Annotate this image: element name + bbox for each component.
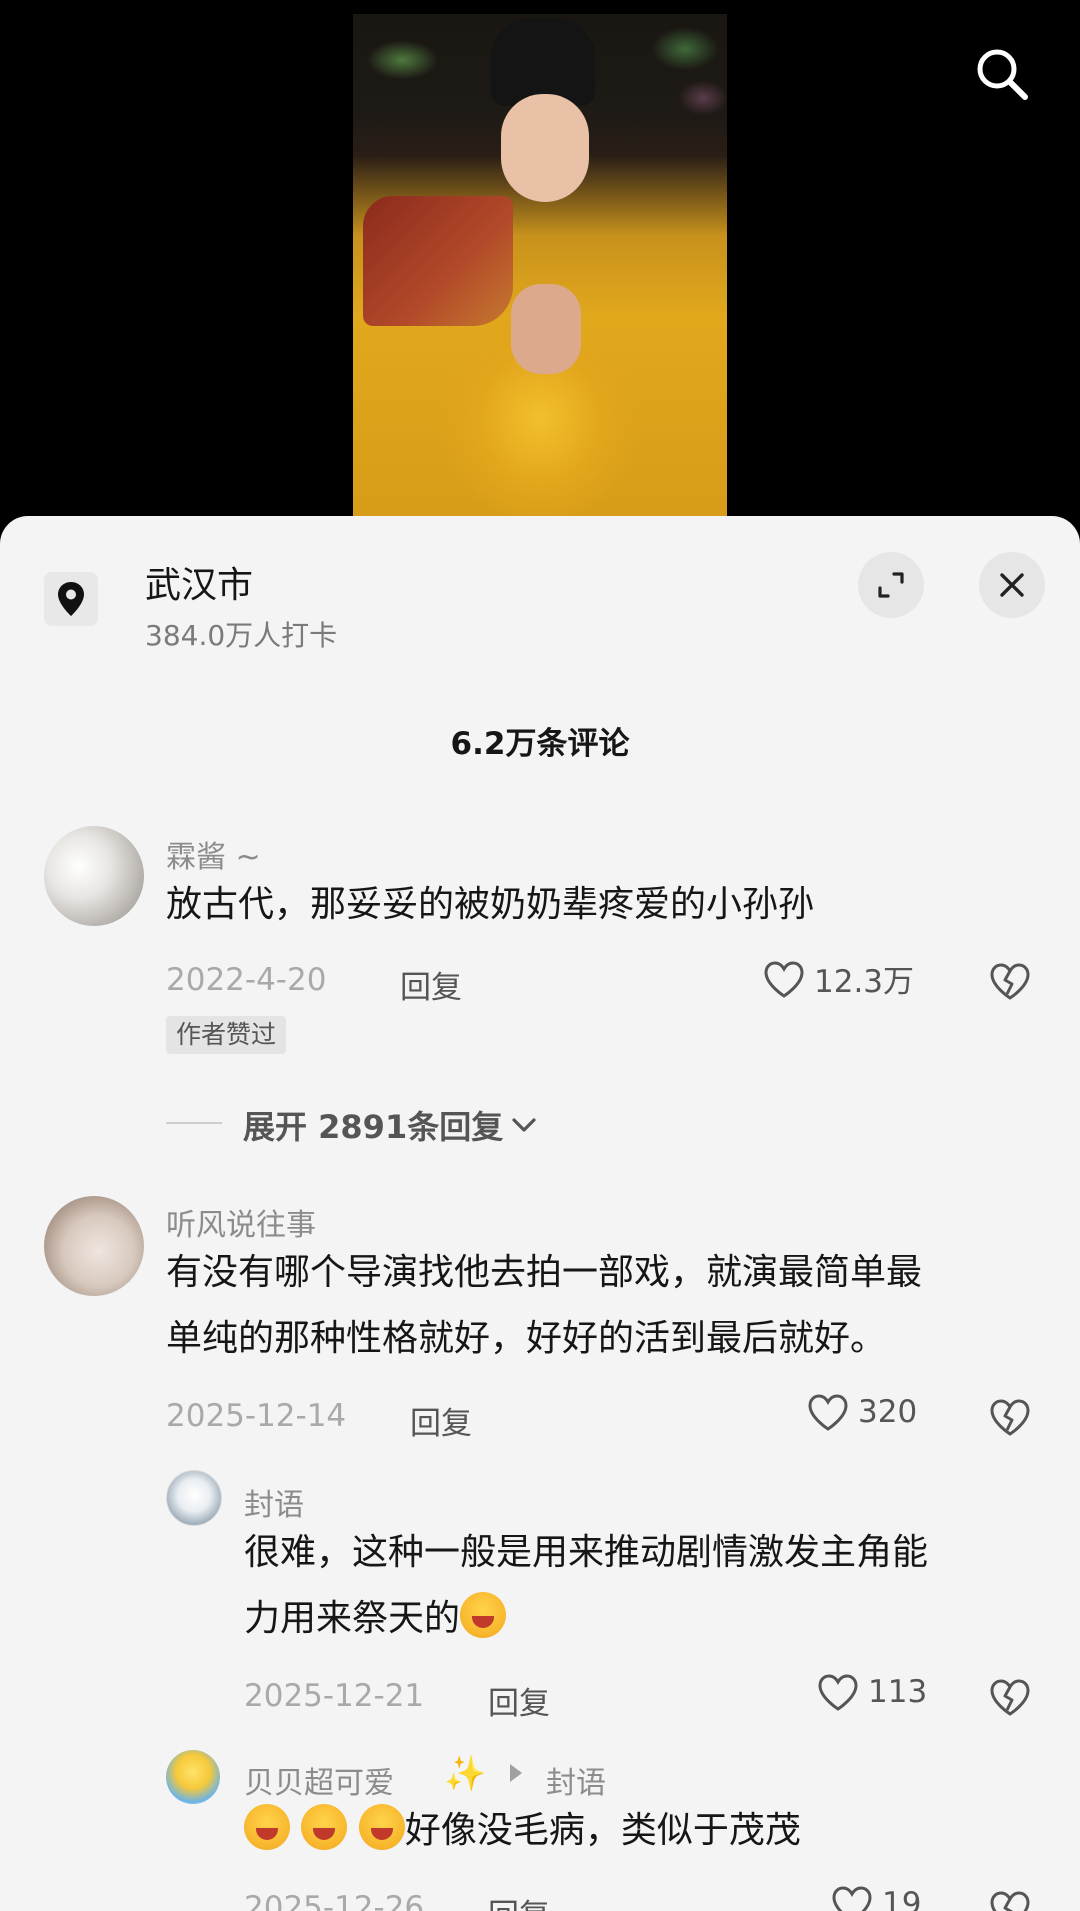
avatar[interactable] [44,826,144,926]
comment-date: 2022-4-20 [166,962,327,998]
like-button[interactable]: 12.3万 [762,956,914,1001]
search-icon[interactable] [972,44,1032,104]
like-button[interactable]: 320 [806,1392,917,1432]
expand-replies-button[interactable]: 展开 2891条回复 [243,1102,539,1148]
laugh-cry-emoji-icon [244,1804,290,1850]
reply-to-arrow-icon [510,1764,522,1782]
laugh-cry-emoji-icon [301,1804,348,1850]
comment-sheet: 武汉市 384.0万人打卡 6.2万条评论 霖酱 ~ 放古代，那妥妥的被奶奶辈疼… [0,516,1080,1911]
heart-icon [818,1674,858,1711]
reply-text[interactable]: 很难，这种一般是用来推动剧情激发主角能 [244,1520,928,1586]
divider [166,1122,222,1124]
dislike-icon[interactable] [988,960,1032,1002]
author-liked-badge: 作者赞过 [166,1016,287,1054]
heart-icon [764,960,804,998]
reply-button[interactable]: 回复 [400,962,462,1007]
expand-button[interactable] [858,552,924,618]
like-count: 113 [868,1674,928,1710]
reply-button[interactable]: 回复 [410,1398,472,1443]
laugh-cry-emoji-icon [460,1592,507,1638]
comment-date: 2025-12-14 [166,1398,347,1434]
leaf-decoration [353,24,463,114]
location-title[interactable]: 武汉市 [145,556,253,608]
dislike-icon[interactable] [988,1888,1032,1911]
video-player[interactable] [0,0,1080,540]
comment-count: 6.2万条评论 [450,726,630,762]
comment-text[interactable]: 有没有哪个导演找他去拍一部戏，就演最简单最 [166,1240,922,1306]
reply-date: 2025-12-21 [244,1678,425,1714]
comment-text[interactable]: 放古代，那妥妥的被奶奶辈疼爱的小孙孙 [166,872,814,938]
sparkle-icon: ✨ [444,1754,487,1794]
comment-username[interactable]: 霖酱 ~ [166,832,261,876]
heart-icon [832,1886,872,1911]
reply-to-username[interactable]: 封语 [546,1758,606,1802]
reply-date: 2025-12-26 [244,1890,425,1911]
reply-username[interactable]: 封语 [244,1480,304,1524]
dislike-icon[interactable] [988,1396,1032,1438]
avatar[interactable] [166,1470,222,1526]
face [501,94,589,202]
like-button[interactable]: 113 [816,1672,927,1712]
location-pin-icon[interactable] [44,572,98,626]
avatar[interactable] [166,1750,220,1804]
comment-username[interactable]: 听风说往事 [166,1200,316,1244]
expand-icon [878,572,904,598]
reply-button[interactable]: 回复 [488,1890,550,1911]
like-count: 320 [858,1394,918,1430]
like-count: 12.3万 [814,964,915,1000]
dislike-icon[interactable] [988,1676,1032,1718]
close-button[interactable] [979,552,1045,618]
heart-icon [808,1394,848,1431]
laugh-cry-emoji-icon [358,1804,405,1850]
video-frame[interactable] [353,14,727,520]
hat [491,18,595,106]
reply-username[interactable]: 贝贝超可爱 [244,1758,394,1802]
reply-text[interactable]: 力用来祭天的 [244,1586,507,1652]
hands [511,284,581,374]
chevron-down-icon [512,1118,536,1132]
reply-button[interactable]: 回复 [488,1678,550,1723]
location-checkins: 384.0万人打卡 [145,619,338,652]
expand-replies-label: 展开 2891条回复 [243,1108,504,1146]
reply-text[interactable]: 好像没毛病，类似于茂茂 [244,1798,801,1864]
like-button[interactable]: 19 [830,1884,921,1911]
avatar[interactable] [44,1196,144,1296]
like-count: 19 [882,1886,922,1911]
flower-decoration [607,14,727,154]
robe-sleeve [363,196,513,326]
close-icon [1000,573,1024,597]
comment-text[interactable]: 单纯的那种性格就好，好好的活到最后就好。 [166,1306,886,1372]
